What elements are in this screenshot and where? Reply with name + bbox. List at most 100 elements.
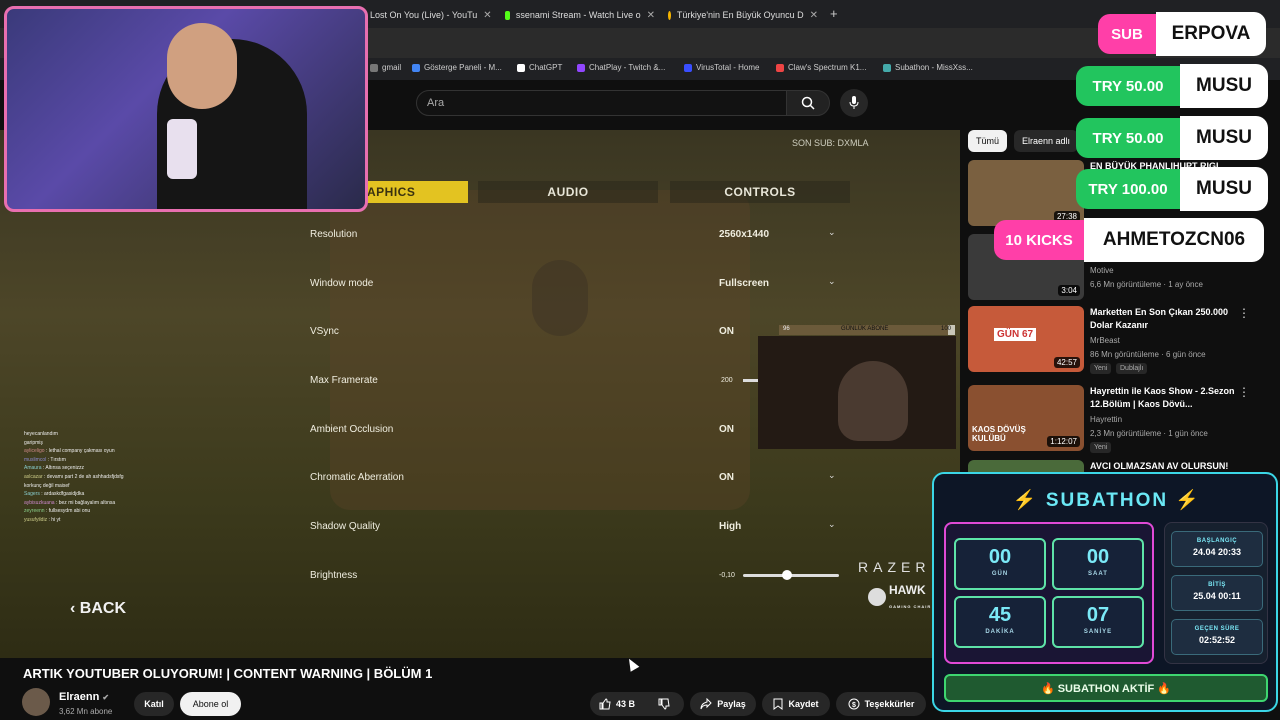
video-thumbnail: KAOS DÖVÜŞ KULÜBÜ 1:12:07 [968, 385, 1084, 451]
browser-tab[interactable]: Türkiye'nin En Büyük Oyuncu D ✕ [668, 4, 818, 26]
brightness-slider-handle[interactable] [782, 570, 792, 580]
svg-text:$: $ [852, 702, 856, 709]
setting-shadow-quality[interactable]: Shadow Quality High ⌄ [310, 517, 850, 537]
subathon-widget: ⚡ SUBATHON ⚡ 00 GÜN 00 SAAT 45 DAKİKA 07 SAN… [932, 472, 1278, 712]
bookmark-icon [577, 63, 585, 72]
bookmark[interactable]: gmail [370, 63, 401, 72]
channel-avatar[interactable] [22, 688, 50, 716]
thanks-icon: $ [848, 698, 860, 710]
tab-audio[interactable]: AUDIO [478, 181, 658, 203]
browser-tab[interactable]: Lost On You (Live) - YouTu ✕ [355, 4, 495, 26]
chip-all[interactable]: Tümü [968, 130, 1008, 152]
bookmark-icon [370, 63, 378, 72]
chevron-down-icon: ⌄ [828, 470, 836, 480]
join-button[interactable]: Katıl [134, 692, 174, 716]
video-channel: Hayrettin [1090, 415, 1123, 424]
bookmark[interactable]: ChatGPT [517, 63, 562, 72]
timer-minutes: 45 DAKİKA [954, 596, 1046, 648]
setting-resolution[interactable]: Resolution 2560x1440 ⌄ [310, 225, 850, 245]
chat-text: hi yt [51, 516, 61, 523]
bookmark-icon [773, 698, 783, 710]
new-tab-button[interactable]: + [830, 6, 838, 21]
site-icon [668, 10, 671, 20]
microphone [167, 119, 197, 179]
chevron-down-icon: ⌄ [828, 276, 836, 286]
subathon-status: 🔥 SUBATHON AKTİF 🔥 [944, 674, 1268, 702]
tab-controls[interactable]: CONTROLS [670, 181, 850, 203]
bookmark[interactable]: Subathon - MissXss... [883, 63, 973, 72]
more-options-icon[interactable]: ⋮ [1238, 306, 1250, 320]
browser-tab[interactable]: ssenami Stream - Watch Live o ✕ [505, 4, 655, 26]
chevron-left-icon: ‹ [70, 600, 80, 617]
chat-username: aslcazar [24, 473, 43, 480]
alert-sub: SUB ERPOVA [1098, 12, 1266, 56]
bookmark-icon [883, 63, 891, 72]
channel-name[interactable]: Elraenn ✔ [59, 691, 109, 703]
chat-username: yusufyildiz [24, 516, 48, 523]
chat-username: Sagers [24, 491, 40, 498]
chat-text: devamı part 2 de ah ashhadsfjdsfg [46, 473, 124, 480]
chat-username: Amaura [24, 465, 42, 472]
back-button[interactable]: ‹ BACK [70, 600, 126, 618]
thumbs-up-icon [599, 698, 611, 710]
streamer-head [167, 23, 237, 109]
related-video[interactable]: GÜN 67 42:57 Marketten En Son Çıkan 250.0… [968, 306, 1268, 376]
chip-channel[interactable]: Elraenn adlı [1014, 130, 1079, 152]
info-start: BAŞLANGIÇ 24.04 20:33 [1171, 531, 1263, 567]
chat-text: heyecanlandım [24, 431, 58, 437]
chat-text: garipmiş [24, 439, 43, 446]
thanks-button[interactable]: $ Teşekkürler [836, 692, 926, 716]
mic-button[interactable] [840, 89, 868, 117]
related-video[interactable]: KAOS DÖVÜŞ KULÜBÜ 1:12:07 Hayrettin ile K… [968, 385, 1268, 455]
search-input[interactable]: Ara [416, 90, 788, 116]
bookmark[interactable]: Gösterge Paneli - M... [412, 63, 502, 72]
alert-donation: TRY 50.00 MUSU [1076, 64, 1268, 108]
secondary-webcam [758, 336, 956, 449]
chat-username: ayliceligo [24, 448, 45, 455]
streamer-face [838, 361, 908, 441]
chevron-down-icon: ⌄ [828, 227, 836, 237]
new-badge: Yeni [1090, 363, 1112, 374]
chat-message: Sagers : ardaskdfgasidjdka [24, 491, 85, 498]
search-button[interactable] [786, 90, 830, 116]
chat-message: yusufyildiz : hi yt [24, 516, 61, 523]
chat-text: Tırstım [50, 456, 66, 463]
chat-message: aslcazar : devamı part 2 de ah ashhadsfj… [24, 473, 124, 480]
share-icon [700, 698, 712, 710]
bookmark[interactable]: Claw's Spectrum K1... [776, 63, 866, 72]
bookmark[interactable]: ChatPlay - Twitch &... [577, 63, 665, 72]
chat-message: heyecanlandım [24, 430, 174, 439]
share-button[interactable]: Paylaş [690, 692, 756, 716]
chat-text: fullsesydm abi onu [48, 508, 91, 515]
dislike-button[interactable] [644, 692, 684, 716]
chat-username: zeyreenn [24, 508, 45, 515]
chevron-down-icon: ⌄ [828, 519, 836, 529]
channel-subscribers: 3,62 Mn abone [59, 707, 113, 716]
setting-chromatic-aberration[interactable]: Chromatic Aberration ON ⌄ [310, 468, 850, 488]
chat-text: Altınsa seçenizzz [45, 465, 85, 472]
more-options-icon[interactable]: ⋮ [1238, 385, 1250, 399]
timer-seconds: 07 SANİYE [1052, 596, 1144, 648]
chat-message: korkunç değil maisef [24, 482, 174, 491]
chatgpt-icon [517, 63, 525, 72]
save-button[interactable]: Kaydet [762, 692, 830, 716]
subathon-info-panel: BAŞLANGIÇ 24.04 20:33 BİTİŞ 25.04 00:11 GE… [1164, 522, 1268, 664]
close-icon[interactable]: ✕ [483, 10, 491, 21]
bookmark[interactable]: VirusTotal - Home [684, 63, 759, 72]
chat-text: lethal company çakması oyun [48, 448, 115, 455]
dubbed-badge: Dublajlı [1116, 363, 1148, 374]
chat-message: muslimcol : Tırstım [24, 456, 66, 463]
video-channel: Motive [1090, 266, 1114, 275]
mic-icon [849, 96, 859, 109]
like-button[interactable]: 43 B [590, 692, 644, 716]
bookmark-icon [412, 63, 420, 72]
subscribe-button[interactable]: Abone ol [180, 692, 241, 716]
close-icon[interactable]: ✕ [810, 10, 818, 21]
sponsor-logo-hawk: HAWK GAMING CHAIR [868, 583, 931, 611]
video-title: ARTIK YOUTUBER OLUYORUM! | CONTENT WARNI… [23, 666, 433, 681]
setting-window-mode[interactable]: Window mode Fullscreen ⌄ [310, 274, 850, 294]
chat-message: Amaura : Altınsa seçenizzz [24, 465, 85, 472]
close-icon[interactable]: ✕ [647, 10, 655, 21]
alert-donation: TRY 50.00 MUSU [1076, 116, 1268, 160]
new-badge: Yeni [1090, 442, 1112, 453]
